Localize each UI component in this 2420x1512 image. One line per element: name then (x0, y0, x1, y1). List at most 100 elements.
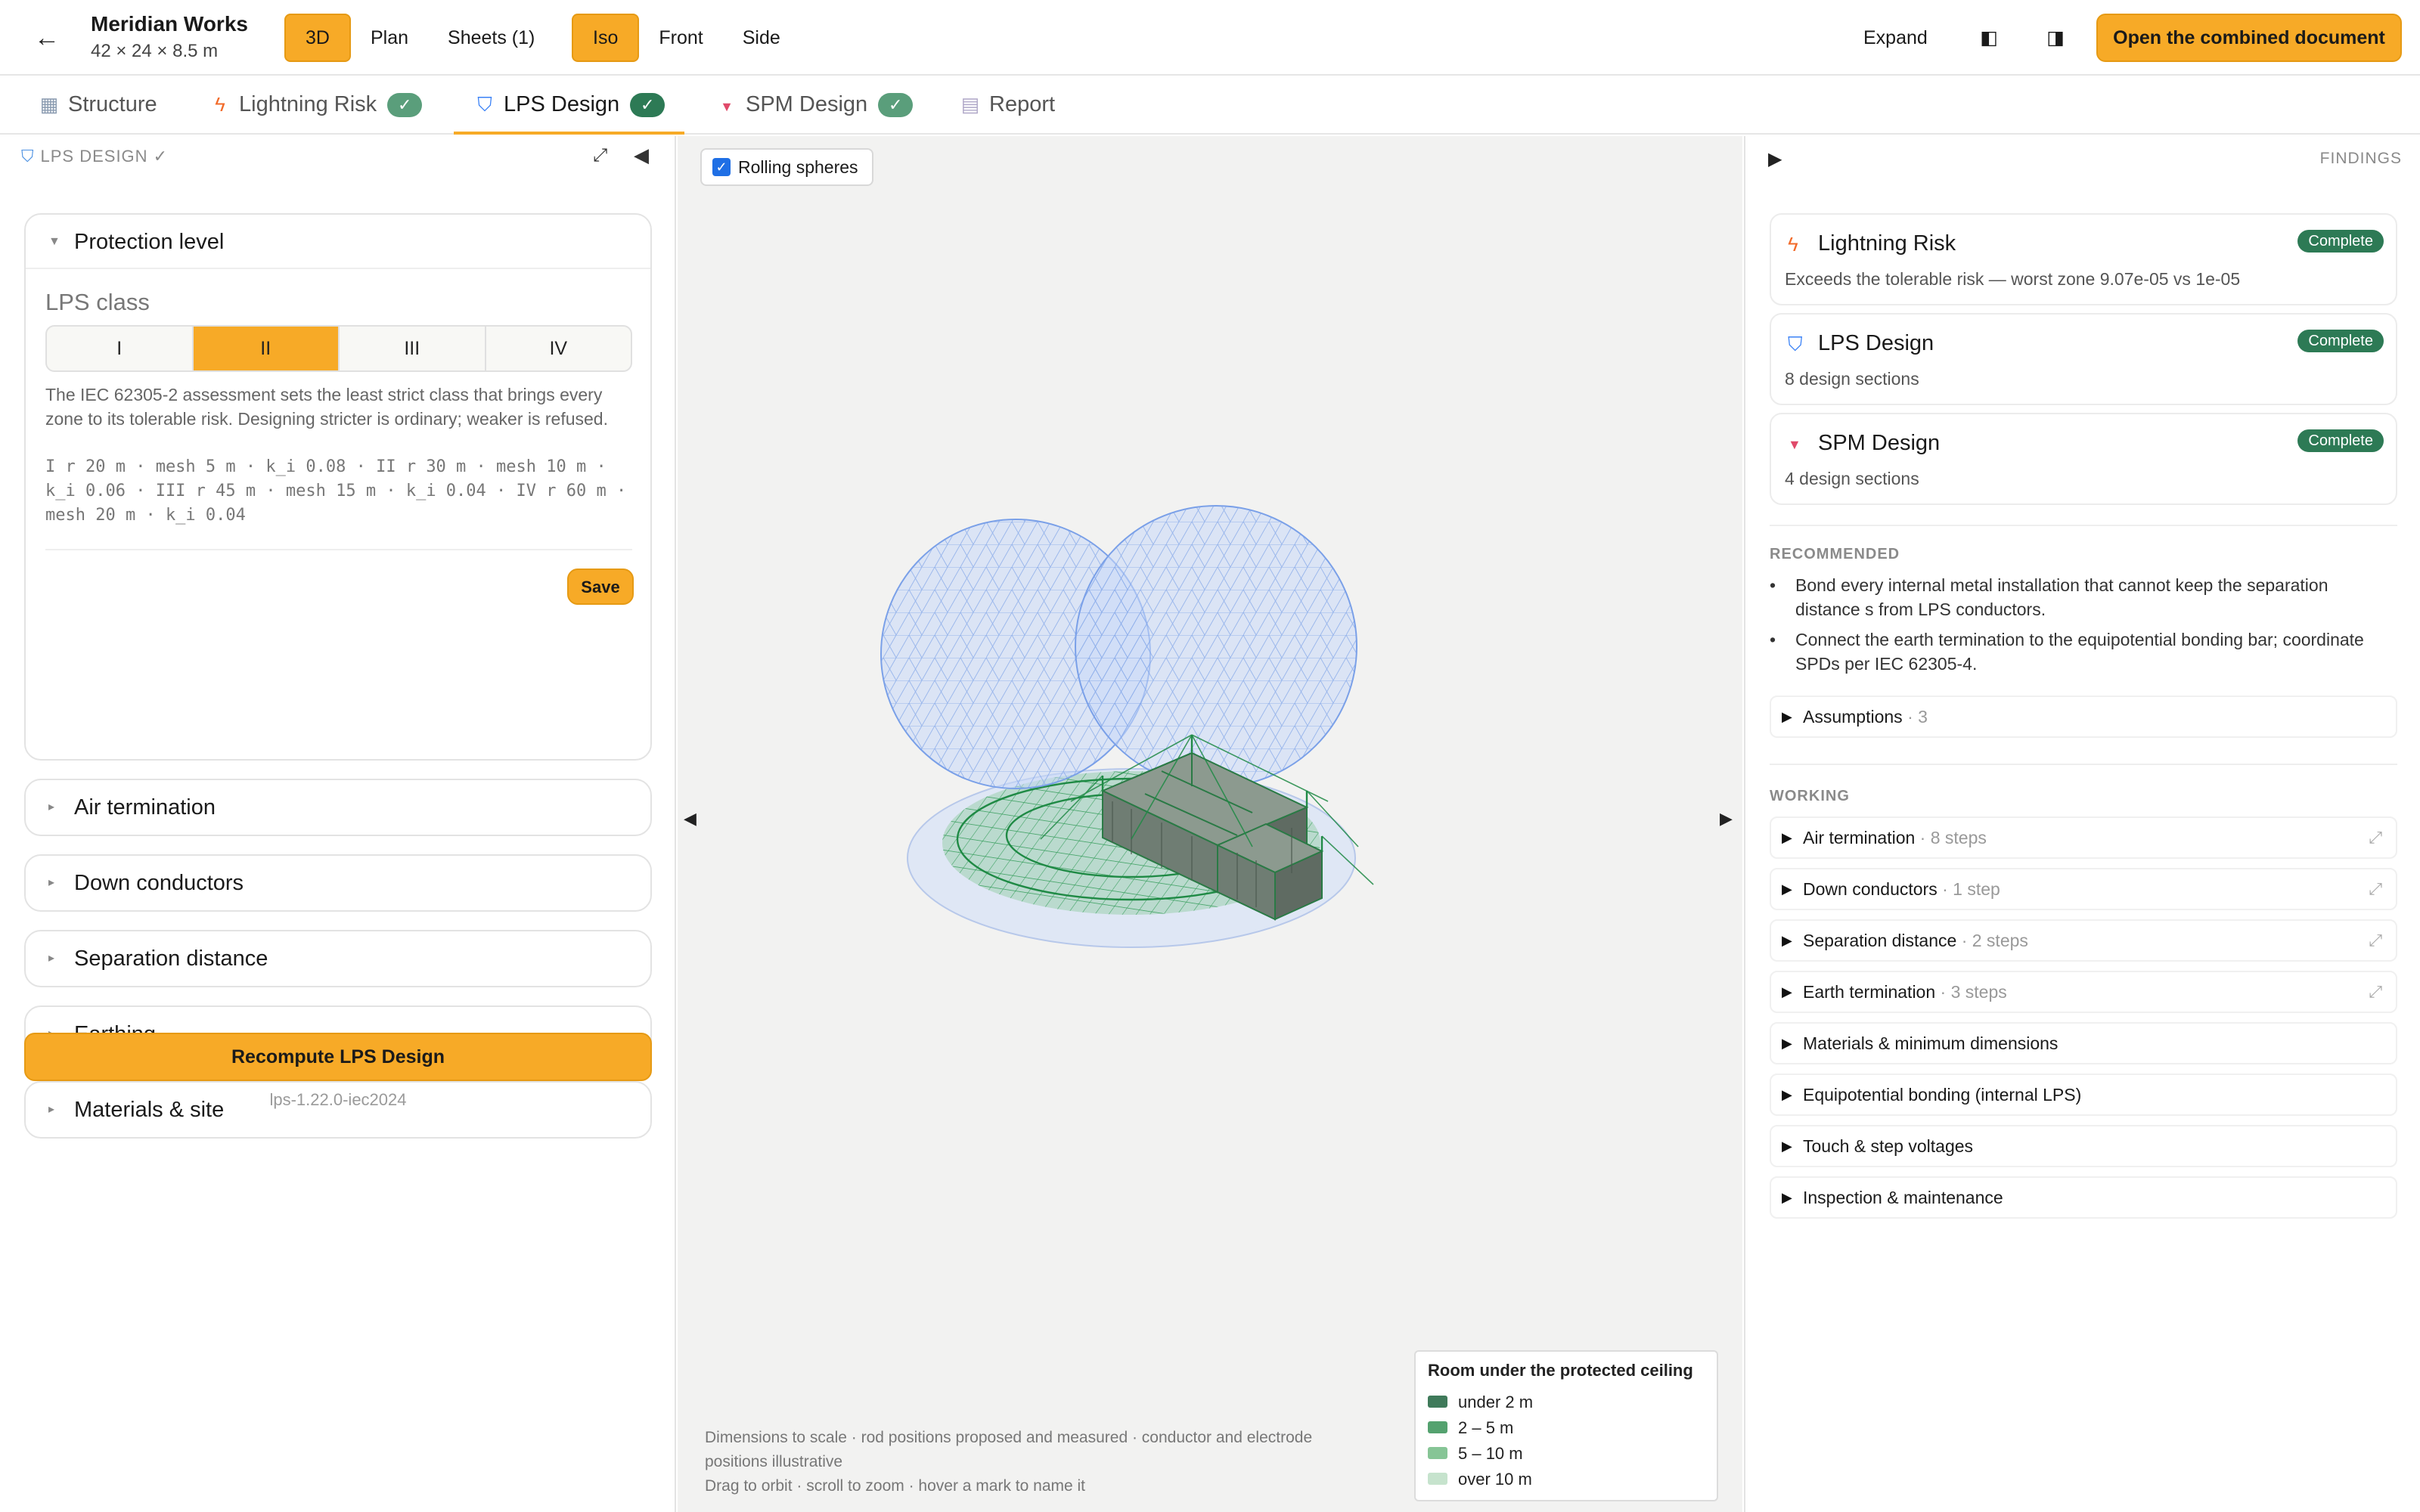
finding-card-lightning-risk[interactable]: ϟ Lightning Risk Complete Exceeds the to… (1770, 213, 2397, 305)
shield-icon: ⛉ (21, 147, 35, 166)
legend-item: 5 – 10 m (1428, 1441, 1705, 1467)
tab-lps-design[interactable]: ⛉ LPS Design ✓ (454, 76, 685, 135)
status-badge: Complete (2297, 429, 2384, 452)
legend-swatch (1428, 1447, 1447, 1460)
collapse-right-panel-icon[interactable]: ▶ (1720, 809, 1733, 829)
rolling-spheres-toggle[interactable]: ✓ Rolling spheres (700, 148, 873, 186)
projection-front[interactable]: Front (639, 14, 722, 62)
section-title: Air termination (74, 795, 216, 820)
open-combined-document-button[interactable]: Open the combined document (2096, 14, 2402, 62)
working-inspection-maintenance[interactable]: ▶ Inspection & maintenance (1770, 1176, 2397, 1219)
working-materials[interactable]: ▶ Materials & minimum dimensions (1770, 1022, 2397, 1064)
expand-icon[interactable]: ⤢ (2369, 869, 2382, 909)
checkbox-checked-icon[interactable]: ✓ (712, 157, 731, 176)
tab-spm-design[interactable]: ▼ SPM Design ✓ (715, 76, 914, 135)
building-icon: ▦ (39, 93, 59, 116)
collapse-panel-icon[interactable]: ◀ (634, 144, 649, 167)
tab-lightning-risk[interactable]: ϟ Lightning Risk ✓ (209, 76, 423, 135)
finding-title: SPM Design (1818, 431, 1941, 455)
ceiling-room-legend: Room under the protected ceiling under 2… (1414, 1350, 1718, 1501)
right-panel-toggle-icon[interactable]: ◨ (2039, 14, 2072, 62)
lps-class-option-i[interactable]: I (47, 327, 194, 370)
chevron-right-icon: ▶ (1782, 1190, 1792, 1205)
left-panel-toggle-icon[interactable]: ◧ (1972, 14, 2006, 62)
view-mode-3d[interactable]: 3D (284, 14, 351, 62)
tab-label: Structure (68, 92, 157, 116)
project-title: Meridian Works (91, 12, 248, 36)
working-air-termination[interactable]: ▶ Air termination · 8 steps ⤢ (1770, 816, 2397, 859)
rolling-spheres-label: Rolling spheres (738, 157, 858, 177)
chevron-right-icon: ▶ (1782, 933, 1792, 948)
recommended-heading: RECOMMENDED (1770, 546, 1900, 562)
working-touch-step-voltages[interactable]: ▶ Touch & step voltages (1770, 1125, 2397, 1167)
expand-icon[interactable]: ⤢ (2369, 972, 2382, 1012)
projection-switch: Iso Front Side (572, 14, 800, 62)
expand-button[interactable]: Expand (1863, 14, 1928, 62)
projection-iso[interactable]: Iso (572, 14, 640, 62)
play-toggle-icon[interactable]: ▶ (1768, 148, 1782, 170)
chevron-right-icon: ▶ (1782, 830, 1792, 845)
finding-card-lps-design[interactable]: ⛉ LPS Design Complete 8 design sections (1770, 313, 2397, 405)
lps-class-parameters: I r 20 m · mesh 5 m · k_i 0.08 · II r 30… (45, 457, 627, 525)
divider (1770, 525, 2397, 526)
projection-side[interactable]: Side (723, 14, 800, 62)
finding-card-spm-design[interactable]: ▼ SPM Design Complete 4 design sections (1770, 413, 2397, 505)
protection-level-header[interactable]: ▼ Protection level (26, 215, 650, 269)
save-button[interactable]: Save (567, 569, 634, 605)
expand-panel-icon[interactable]: ⤢ (593, 145, 607, 166)
section-title: Protection level (74, 230, 225, 254)
expand-icon[interactable]: ⤢ (2369, 921, 2382, 960)
finding-description: 8 design sections (1785, 369, 1919, 389)
expand-icon[interactable]: ⤢ (2369, 818, 2382, 857)
legend-swatch (1428, 1473, 1447, 1486)
recompute-lps-design-button[interactable]: Recompute LPS Design (24, 1033, 652, 1081)
working-earth-termination[interactable]: ▶ Earth termination · 3 steps ⤢ (1770, 971, 2397, 1013)
lps-class-option-ii[interactable]: II (193, 327, 340, 370)
legend-title: Room under the protected ceiling (1428, 1361, 1693, 1380)
working-equipotential-bonding[interactable]: ▶ Equipotential bonding (internal LPS) (1770, 1074, 2397, 1116)
legend-item: under 2 m (1428, 1390, 1705, 1415)
view-mode-sheets[interactable]: Sheets (1) (428, 14, 554, 62)
assumptions-disclosure[interactable]: ▶ Assumptions · 3 (1770, 696, 2397, 738)
finding-title: LPS Design (1818, 331, 1934, 355)
tab-structure[interactable]: ▦ Structure (38, 76, 157, 135)
spm-icon: ▼ (720, 99, 734, 114)
scale-note: Dimensions to scale · rod positions prop… (705, 1429, 1313, 1470)
view-mode-plan[interactable]: Plan (351, 14, 428, 62)
3d-scene[interactable] (678, 136, 1742, 1512)
section-down-conductors[interactable]: ▸ Down conductors (24, 854, 652, 912)
tab-report[interactable]: ▤ Report (959, 76, 1055, 135)
chevron-right-icon: ▶ (1782, 1087, 1792, 1102)
recommendations-list: Bond every internal metal installation t… (1770, 573, 2397, 682)
legend-item: 2 – 5 m (1428, 1415, 1705, 1441)
list-item: Bond every internal metal installation t… (1770, 573, 2397, 621)
findings-panel: ▶ FINDINGS ϟ Lightning Risk Complete Exc… (1744, 136, 2420, 1512)
legend-swatch (1428, 1396, 1447, 1408)
working-heading: WORKING (1770, 788, 1850, 804)
finding-title: Lightning Risk (1818, 231, 1956, 256)
working-down-conductors[interactable]: ▶ Down conductors · 1 step ⤢ (1770, 868, 2397, 910)
collapse-left-panel-icon[interactable]: ◀ (684, 809, 697, 829)
version-label: lps-1.22.0-iec2024 (269, 1090, 407, 1109)
lps-class-description: The IEC 62305-2 assessment sets the leas… (45, 385, 608, 429)
lps-class-option-iv[interactable]: IV (486, 327, 631, 370)
controls-hint: Drag to orbit · scroll to zoom · hover a… (705, 1477, 1086, 1495)
rolling-sphere-right-wireframe (1075, 506, 1357, 787)
chevron-right-icon: ▶ (1782, 1139, 1792, 1154)
chevron-right-icon: ▸ (48, 801, 55, 813)
lps-class-option-iii[interactable]: III (340, 327, 486, 370)
section-air-termination[interactable]: ▸ Air termination (24, 779, 652, 836)
chevron-right-icon: ▶ (1782, 984, 1792, 999)
working-separation-distance[interactable]: ▶ Separation distance · 2 steps ⤢ (1770, 919, 2397, 962)
module-tabs: ▦ Structure ϟ Lightning Risk ✓ ⛉ LPS Design ✓… (0, 76, 2420, 135)
3d-viewport[interactable]: ✓ Rolling spheres ◀ ▶ Dimensions to scale… (678, 136, 1742, 1512)
chevron-right-icon: ▶ (1782, 881, 1792, 897)
project-dimensions: 42 × 24 × 8.5 m (91, 41, 219, 61)
section-title: Down conductors (74, 871, 244, 895)
section-separation-distance[interactable]: ▸ Separation distance (24, 930, 652, 987)
viewport-notes: Dimensions to scale · rod positions prop… (705, 1426, 1355, 1498)
finding-description: Exceeds the tolerable risk — worst zone … (1785, 269, 2241, 289)
back-arrow-icon[interactable]: ← (30, 21, 64, 54)
chevron-right-icon: ▶ (1782, 1036, 1792, 1051)
tab-label: LPS Design (504, 92, 620, 116)
